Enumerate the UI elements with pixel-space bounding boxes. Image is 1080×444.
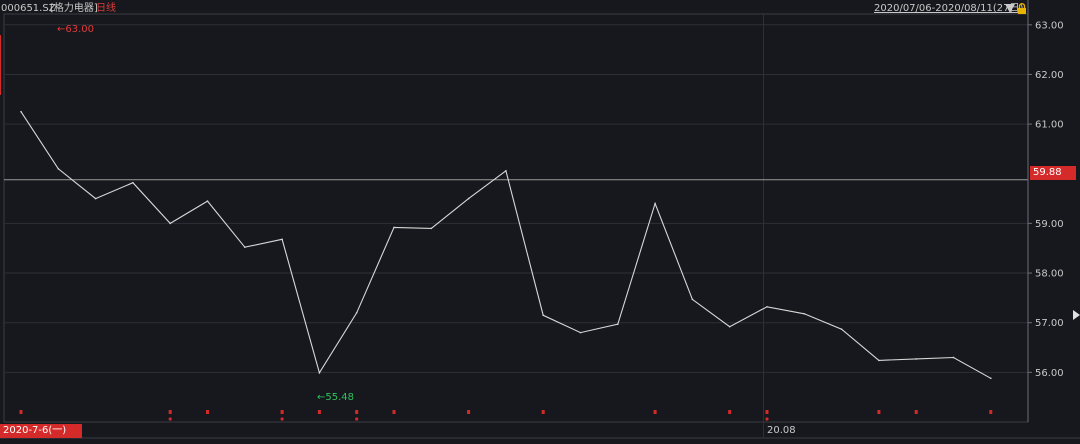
event-marker xyxy=(877,410,881,414)
y-tick-label: 57.00 xyxy=(1035,318,1064,329)
grid-lines xyxy=(0,13,1080,439)
price-point xyxy=(915,358,917,360)
price-point xyxy=(654,202,656,205)
price-point xyxy=(467,197,470,200)
y-tick-label: 59.00 xyxy=(1035,219,1064,230)
price-point xyxy=(132,181,134,184)
price-point xyxy=(169,222,171,225)
x-axis-start-date: 2020-7-6(一) xyxy=(0,424,82,438)
price-point xyxy=(318,372,321,374)
event-marker xyxy=(653,410,657,414)
event-marker xyxy=(914,410,918,414)
price-point xyxy=(691,298,694,301)
event-marker xyxy=(168,410,172,414)
low-annotation: ←55.48 xyxy=(317,392,355,403)
price-point xyxy=(766,306,768,308)
price-point xyxy=(94,197,97,200)
price-point xyxy=(803,312,806,315)
price-chart: 63.00 62.00 61.00 59.00 58.00 57.00 56.00 xyxy=(0,0,1080,439)
price-point xyxy=(505,169,507,172)
price-point xyxy=(728,325,731,328)
price-series-line xyxy=(20,111,992,379)
event-marker xyxy=(541,410,545,414)
y-tick-label: 56.00 xyxy=(1035,368,1064,379)
current-price-flag: 59.88 xyxy=(1030,166,1076,180)
plot-frame xyxy=(3,13,1029,423)
event-marker xyxy=(355,410,359,414)
event-marker xyxy=(280,410,284,414)
y-tick-label: 63.00 xyxy=(1035,20,1064,31)
event-dot xyxy=(355,417,359,421)
price-point xyxy=(878,359,880,362)
price-point xyxy=(244,246,246,249)
event-markers xyxy=(19,410,993,421)
stock-code: 000651.SZ xyxy=(1,3,56,14)
price-point xyxy=(206,200,209,202)
price-point xyxy=(430,227,433,230)
lock-icon[interactable] xyxy=(1017,3,1027,14)
event-marker xyxy=(728,410,732,414)
price-point xyxy=(20,110,22,113)
event-marker xyxy=(765,410,769,414)
stock-name: [格力电器] xyxy=(50,3,98,14)
y-axis: 63.00 62.00 61.00 59.00 58.00 57.00 56.00 xyxy=(1027,0,1064,422)
y-tick-label: 58.00 xyxy=(1035,269,1064,280)
y-tick-label: 62.00 xyxy=(1035,70,1064,81)
price-point xyxy=(542,314,544,317)
chevron-down-icon[interactable] xyxy=(1005,4,1015,13)
event-marker xyxy=(206,410,209,414)
event-marker xyxy=(317,410,321,414)
event-marker xyxy=(392,410,396,414)
price-line xyxy=(20,110,992,380)
event-dot xyxy=(765,417,769,421)
date-range-link[interactable]: 2020/07/06-2020/08/11(27日) xyxy=(874,3,1023,15)
event-marker xyxy=(19,410,23,414)
price-point xyxy=(990,377,992,380)
period-label[interactable]: 日线 xyxy=(96,3,116,15)
price-point xyxy=(617,323,619,325)
price-point xyxy=(952,356,955,359)
event-dot xyxy=(168,417,172,421)
y-tick-label: 61.00 xyxy=(1035,120,1064,131)
event-marker xyxy=(989,410,993,414)
event-dot xyxy=(280,417,284,421)
event-marker xyxy=(467,410,471,414)
chevron-right-icon[interactable] xyxy=(1073,310,1080,320)
x-axis-month-mark: 20.08 xyxy=(767,425,796,436)
price-point xyxy=(57,167,60,170)
high-annotation: ←63.00 xyxy=(57,24,95,35)
price-point xyxy=(393,226,395,229)
price-point xyxy=(355,311,358,314)
price-point xyxy=(281,238,283,241)
price-point xyxy=(579,331,582,334)
price-point xyxy=(840,328,843,330)
